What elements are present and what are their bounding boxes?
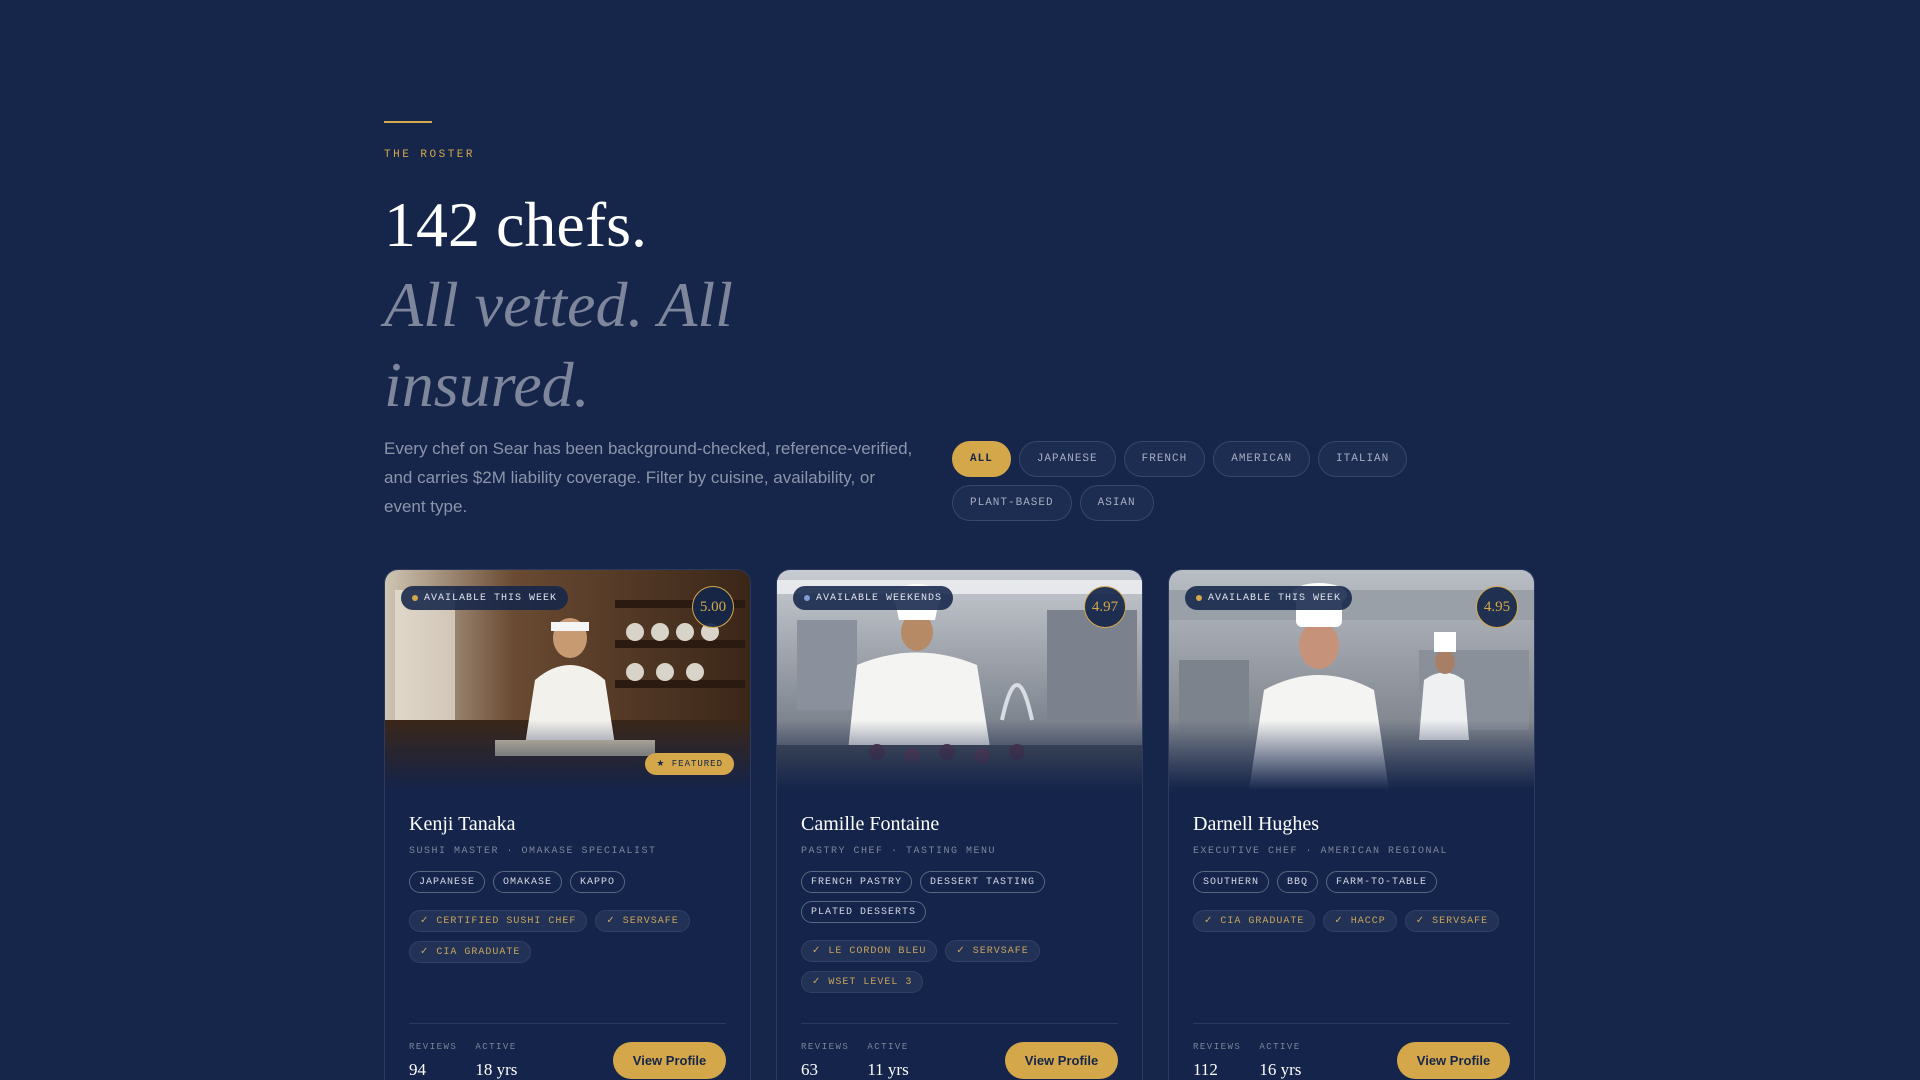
sushi-chef-photo: AVAILABLE THIS WEEK 5.00 ★ FEATURED xyxy=(385,570,750,790)
certifications: ✓ CIA GRADUATE ✓ HACCP ✓ SERVSAFE xyxy=(1193,910,1510,932)
availability-badge: AVAILABLE WEEKENDS xyxy=(793,586,954,610)
roster-page: THE ROSTER 142 chefs. All vetted. All in… xyxy=(0,0,1920,1080)
cert-badge: ✓ SERVSAFE xyxy=(945,940,1040,962)
active-label: ACTIVE xyxy=(475,1042,517,1052)
view-profile-button[interactable]: View Profile xyxy=(1397,1042,1510,1079)
cuisine-tags: SOUTHERN BBQ FARM-TO-TABLE xyxy=(1193,871,1510,893)
chef-role: EXECUTIVE CHEF · AMERICAN REGIONAL xyxy=(1193,846,1449,857)
chef-cards: AVAILABLE THIS WEEK 5.00 ★ FEATURED Kenj… xyxy=(384,569,1535,1080)
availability-dot xyxy=(1196,595,1202,601)
hero: THE ROSTER 142 chefs. All vetted. All in… xyxy=(384,121,944,425)
cert-badge: ✓ SERVSAFE xyxy=(1404,910,1500,932)
chef-role: SUSHI MASTER · OMAKASE SPECIALIST xyxy=(409,846,657,857)
filter-plant-based[interactable]: PLANT-BASED xyxy=(952,485,1072,521)
certifications: ✓ LE CORDON BLEU ✓ SERVSAFE ✓ WSET LEVEL… xyxy=(801,940,1118,993)
availability-badge: AVAILABLE THIS WEEK xyxy=(1185,586,1353,610)
availability-dot xyxy=(804,595,810,601)
page-title: 142 chefs. xyxy=(384,189,648,260)
pastry-chef-photo: AVAILABLE WEEKENDS 4.97 xyxy=(777,570,1142,790)
chef-name: Kenji Tanaka xyxy=(409,813,516,835)
chef-stats: REVIEWS 63 ACTIVE 11 yrs xyxy=(801,1042,909,1080)
cuisine-tags: JAPANESE OMAKASE KAPPO xyxy=(409,871,726,893)
cuisine-filters: ALL JAPANESE FRENCH AMERICAN ITALIAN PLA… xyxy=(952,441,1512,521)
cert-badge: ✓ WSET LEVEL 3 xyxy=(801,971,924,993)
active-label: ACTIVE xyxy=(867,1042,909,1052)
eyebrow: THE ROSTER xyxy=(384,149,476,161)
chef-name: Camille Fontaine xyxy=(801,813,940,835)
tag: OMAKASE xyxy=(493,871,563,893)
active-years: 16 yrs xyxy=(1259,1060,1302,1079)
cert-badge: ✓ CIA GRADUATE xyxy=(1193,910,1316,932)
reviews-count: 112 xyxy=(1193,1060,1218,1079)
chef-name: Darnell Hughes xyxy=(1193,813,1320,835)
rating-badge: 5.00 xyxy=(692,586,734,628)
chef-stats: REVIEWS 112 ACTIVE 16 yrs xyxy=(1193,1042,1301,1080)
chef-card[interactable]: AVAILABLE THIS WEEK 4.95 Darnell Hughes … xyxy=(1168,569,1535,1080)
rating-badge: 4.97 xyxy=(1084,586,1126,628)
active-label: ACTIVE xyxy=(1259,1042,1301,1052)
filter-all[interactable]: ALL xyxy=(952,441,1011,477)
tag: JAPANESE xyxy=(409,871,486,893)
card-divider xyxy=(409,1023,726,1024)
tag: FARM-TO-TABLE xyxy=(1326,871,1438,893)
availability-dot xyxy=(412,595,418,601)
tag: KAPPO xyxy=(570,871,626,893)
tag: FRENCH PASTRY xyxy=(801,871,913,893)
chef-card[interactable]: AVAILABLE WEEKENDS 4.97 Camille Fontaine… xyxy=(776,569,1143,1080)
reviews-label: REVIEWS xyxy=(409,1042,458,1052)
availability-badge: AVAILABLE THIS WEEK xyxy=(401,586,569,610)
filter-japanese[interactable]: JAPANESE xyxy=(1018,441,1116,477)
view-profile-button[interactable]: View Profile xyxy=(613,1042,726,1079)
reviews-label: REVIEWS xyxy=(1193,1042,1242,1052)
reviews-label: REVIEWS xyxy=(801,1042,850,1052)
tag: PLATED DESSERTS xyxy=(801,901,927,923)
chef-card[interactable]: AVAILABLE THIS WEEK 5.00 ★ FEATURED Kenj… xyxy=(384,569,751,1080)
cert-badge: ✓ CERTIFIED SUSHI CHEF xyxy=(409,910,588,932)
active-years: 11 yrs xyxy=(867,1060,909,1079)
tag: DESSERT TASTING xyxy=(920,871,1046,893)
card-divider xyxy=(1193,1023,1510,1024)
rating-badge: 4.95 xyxy=(1476,586,1518,628)
reviews-count: 63 xyxy=(801,1060,818,1079)
chef-stats: REVIEWS 94 ACTIVE 18 yrs xyxy=(409,1042,517,1080)
availability-text: AVAILABLE THIS WEEK xyxy=(424,592,558,604)
intro-text: Every chef on Sear has been background-c… xyxy=(384,439,913,516)
tag: SOUTHERN xyxy=(1193,871,1270,893)
accent-rule xyxy=(384,121,432,123)
filter-french[interactable]: FRENCH xyxy=(1123,441,1206,477)
view-profile-button[interactable]: View Profile xyxy=(1005,1042,1118,1079)
filter-italian[interactable]: ITALIAN xyxy=(1318,441,1408,477)
cert-badge: ✓ CIA GRADUATE xyxy=(409,941,532,963)
availability-text: AVAILABLE THIS WEEK xyxy=(1208,592,1342,604)
cuisine-tags: FRENCH PASTRY DESSERT TASTING PLATED DES… xyxy=(801,871,1118,923)
cert-badge: ✓ LE CORDON BLEU xyxy=(801,940,938,962)
page-subtitle: All vetted. All insured. xyxy=(384,269,733,420)
certifications: ✓ CERTIFIED SUSHI CHEF ✓ SERVSAFE ✓ CIA … xyxy=(409,910,726,963)
cert-badge: ✓ HACCP xyxy=(1323,910,1397,932)
availability-text: AVAILABLE WEEKENDS xyxy=(816,592,943,604)
tag: BBQ xyxy=(1277,871,1319,893)
filter-asian[interactable]: ASIAN xyxy=(1079,485,1154,521)
active-years: 18 yrs xyxy=(475,1060,518,1079)
featured-badge: ★ FEATURED xyxy=(645,753,734,775)
card-divider xyxy=(801,1023,1118,1024)
reviews-count: 94 xyxy=(409,1060,426,1079)
filter-american[interactable]: AMERICAN xyxy=(1213,441,1311,477)
executive-chef-photo: AVAILABLE THIS WEEK 4.95 xyxy=(1169,570,1534,790)
chef-role: PASTRY CHEF · TASTING MENU xyxy=(801,846,997,857)
cert-badge: ✓ SERVSAFE xyxy=(595,910,690,932)
